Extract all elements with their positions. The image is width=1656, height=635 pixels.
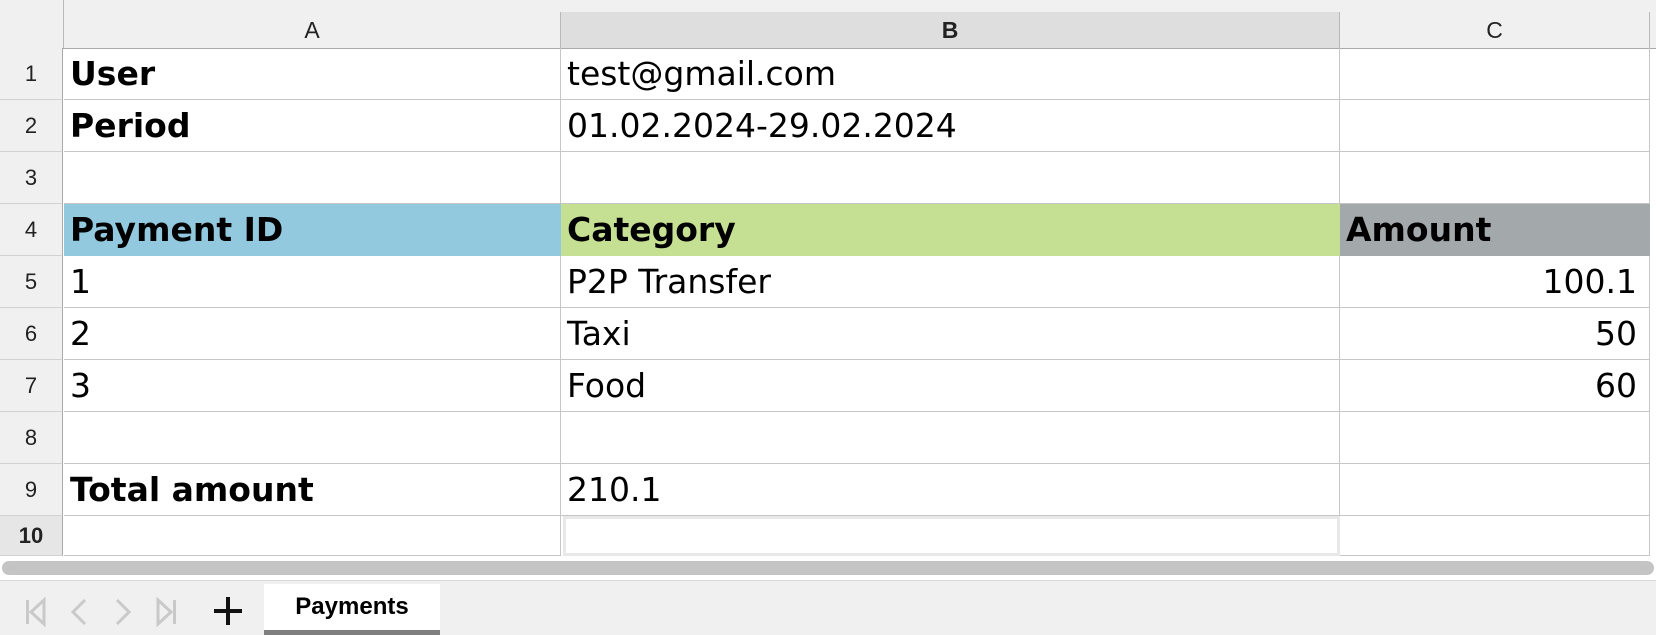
cell-c8[interactable] <box>1340 412 1650 464</box>
cell-c5[interactable]: 100.1 <box>1340 256 1650 308</box>
row-header-6[interactable]: 6 <box>0 308 63 360</box>
cell-b3[interactable] <box>561 152 1340 204</box>
row-header-2[interactable]: 2 <box>0 100 63 152</box>
cell-a9[interactable]: Total amount <box>64 464 561 516</box>
cell-c4-amount-header[interactable]: Amount <box>1340 204 1650 256</box>
sheet-tab-payments[interactable]: Payments <box>264 584 440 635</box>
row-header-1[interactable]: 1 <box>0 48 63 100</box>
column-header-b[interactable]: B <box>561 12 1340 48</box>
cell-c1[interactable] <box>1340 48 1650 100</box>
cell-c10[interactable] <box>1340 516 1650 556</box>
cell-a5[interactable]: 1 <box>64 256 561 308</box>
cell-c2[interactable] <box>1340 100 1650 152</box>
last-sheet-icon[interactable] <box>150 595 184 629</box>
cell-b1[interactable]: test@gmail.com <box>561 48 1340 100</box>
row-header-10[interactable]: 10 <box>0 516 63 556</box>
prev-sheet-icon[interactable] <box>62 595 96 629</box>
column-header-row: A B C <box>0 0 1656 49</box>
sheet-tab-bar: Payments <box>0 580 1656 635</box>
column-header-a[interactable]: A <box>64 12 561 48</box>
column-header-c[interactable]: C <box>1340 12 1650 48</box>
cell-a2[interactable]: Period <box>64 100 561 152</box>
cell-b8[interactable] <box>561 412 1340 464</box>
row-header-7[interactable]: 7 <box>0 360 63 412</box>
row-header-3[interactable]: 3 <box>0 152 63 204</box>
add-sheet-icon[interactable] <box>208 591 248 631</box>
cell-b7[interactable]: Food <box>561 360 1340 412</box>
cell-a7[interactable]: 3 <box>64 360 561 412</box>
cell-c7[interactable]: 60 <box>1340 360 1650 412</box>
cell-a1[interactable]: User <box>64 48 561 100</box>
select-all-corner[interactable] <box>0 0 64 48</box>
cell-b4-category-header[interactable]: Category <box>561 204 1340 256</box>
horizontal-scrollbar[interactable] <box>0 556 1656 580</box>
cell-a6[interactable]: 2 <box>64 308 561 360</box>
cell-a8[interactable] <box>64 412 561 464</box>
cell-a3[interactable] <box>64 152 561 204</box>
cell-a4-payment-id-header[interactable]: Payment ID <box>64 204 561 256</box>
row-header-4[interactable]: 4 <box>0 204 63 256</box>
cell-c9[interactable] <box>1340 464 1650 516</box>
cell-a10[interactable] <box>64 516 561 556</box>
cell-c6[interactable]: 50 <box>1340 308 1650 360</box>
row-header-5[interactable]: 5 <box>0 256 63 308</box>
cell-b10-selected[interactable] <box>563 516 1340 556</box>
cell-c3[interactable] <box>1340 152 1650 204</box>
horizontal-scrollbar-thumb[interactable] <box>2 561 1654 575</box>
cell-b6[interactable]: Taxi <box>561 308 1340 360</box>
cell-b5[interactable]: P2P Transfer <box>561 256 1340 308</box>
row-header-9[interactable]: 9 <box>0 464 63 516</box>
cell-b2[interactable]: 01.02.2024-29.02.2024 <box>561 100 1340 152</box>
row-header-8[interactable]: 8 <box>0 412 63 464</box>
first-sheet-icon[interactable] <box>18 595 52 629</box>
next-sheet-icon[interactable] <box>106 595 140 629</box>
cell-b9[interactable]: 210.1 <box>561 464 1340 516</box>
